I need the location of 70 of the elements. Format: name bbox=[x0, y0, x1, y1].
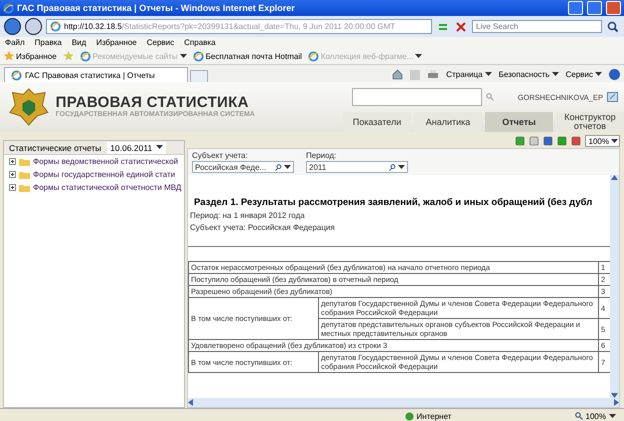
close-icon[interactable] bbox=[454, 20, 468, 34]
vertical-scrollbar[interactable] bbox=[610, 175, 619, 398]
security-zone: Интернет bbox=[404, 412, 555, 420]
tree-item[interactable]: Формы статистической отчетности МВД bbox=[4, 181, 184, 194]
page-icon bbox=[308, 50, 319, 62]
browser-logo-icon bbox=[3, 2, 14, 14]
expand-icon[interactable] bbox=[9, 158, 16, 165]
tree-item[interactable]: Формы ведомственной статистической bbox=[4, 155, 184, 168]
report-title: Раздел 1. Результаты рассмотрения заявлений, жалоб и иных обращений (без дубл bbox=[193, 196, 594, 208]
report-period: Период: на 1 января 2012 года bbox=[189, 210, 306, 220]
browser-logo-icon bbox=[11, 70, 22, 80]
page-icon bbox=[50, 21, 61, 32]
dropdown-arrow-icon[interactable] bbox=[611, 138, 618, 144]
maximize-button[interactable] bbox=[587, 1, 602, 15]
scroll-right-icon[interactable] bbox=[614, 399, 619, 406]
folder-icon bbox=[19, 170, 30, 178]
search-icon[interactable] bbox=[389, 164, 396, 170]
star-icon bbox=[4, 51, 14, 61]
date-picker[interactable]: 10.06.2011 bbox=[107, 142, 166, 154]
folder-icon bbox=[19, 158, 30, 166]
address-field[interactable]: http://10.32.18.5/StatisticReports?pk=20399131&actual_date=Thu, 9 Jun 2011 20:00:00 GMT bbox=[46, 19, 432, 34]
forward-button[interactable] bbox=[25, 18, 42, 35]
horizontal-scrollbar[interactable] bbox=[188, 398, 619, 407]
site-search-field[interactable] bbox=[352, 88, 482, 106]
menu-item[interactable]: Справка bbox=[184, 38, 216, 47]
filter-field[interactable]: 2011 bbox=[306, 161, 408, 173]
favorites-link[interactable]: Бесплатная почта Hotmail bbox=[192, 50, 302, 62]
panel-title: Статистические отчеты bbox=[9, 142, 102, 152]
menu-item[interactable]: Правка bbox=[34, 38, 62, 47]
filter-label: Субъект учета: bbox=[192, 151, 249, 160]
menu-item[interactable]: Файл bbox=[5, 38, 25, 47]
page-icon bbox=[192, 50, 204, 62]
dropdown-arrow-icon[interactable] bbox=[595, 72, 602, 77]
command-menu[interactable]: Безопасность bbox=[498, 70, 559, 79]
zoom-icon bbox=[574, 412, 583, 420]
dropdown-arrow-icon[interactable] bbox=[156, 145, 164, 150]
menu-item[interactable]: Избранное bbox=[96, 38, 137, 47]
menu-item[interactable]: Сервис bbox=[146, 38, 174, 47]
window-title: ГАС Правовая статистика | Отчеты - Windows Internet Explorer bbox=[17, 3, 296, 13]
search-icon[interactable] bbox=[275, 164, 282, 170]
favorites-button[interactable]: Избранное bbox=[4, 51, 57, 61]
nav-tab[interactable]: Отчеты bbox=[485, 112, 553, 132]
filter-label: Период: bbox=[306, 151, 338, 160]
expand-icon[interactable] bbox=[9, 184, 16, 191]
tree-item[interactable]: Формы государственной единой стати bbox=[4, 168, 184, 181]
command-menu[interactable]: Страница bbox=[446, 70, 492, 79]
browser-tab[interactable]: ГАС Правовая статистика | Отчеты bbox=[4, 67, 188, 82]
folder-icon bbox=[19, 184, 30, 192]
search-field[interactable]: Live Search bbox=[472, 20, 602, 33]
dropdown-arrow-icon[interactable] bbox=[552, 72, 559, 77]
minimize-button[interactable] bbox=[568, 1, 583, 15]
scroll-left-icon[interactable] bbox=[188, 399, 193, 406]
home-icon[interactable] bbox=[392, 69, 404, 80]
search-icon[interactable] bbox=[606, 20, 620, 34]
filter-field[interactable]: Российская Феде... bbox=[192, 161, 294, 173]
zoom-select[interactable]: 100% bbox=[585, 135, 620, 147]
menu-item[interactable]: Вид bbox=[72, 38, 86, 47]
expand-icon[interactable] bbox=[9, 171, 16, 178]
close-button[interactable] bbox=[606, 1, 621, 15]
dropdown-arrow-icon[interactable] bbox=[284, 164, 291, 170]
page-icon bbox=[80, 50, 91, 62]
site-title: ПРАВОВАЯ СТАТИСТИКА bbox=[56, 94, 250, 111]
dropdown-arrow-icon[interactable] bbox=[484, 72, 492, 77]
dropdown-arrow-icon[interactable] bbox=[398, 164, 405, 170]
report-subject: Субъект учета: Российская Федерация bbox=[189, 222, 336, 232]
nav-tab[interactable]: Конструктор отчетов bbox=[556, 112, 624, 132]
command-menu[interactable]: Сервис bbox=[566, 70, 602, 79]
zoom-level[interactable]: 100% bbox=[574, 412, 616, 420]
back-button[interactable] bbox=[4, 18, 21, 35]
dropdown-arrow-icon[interactable] bbox=[609, 414, 616, 418]
